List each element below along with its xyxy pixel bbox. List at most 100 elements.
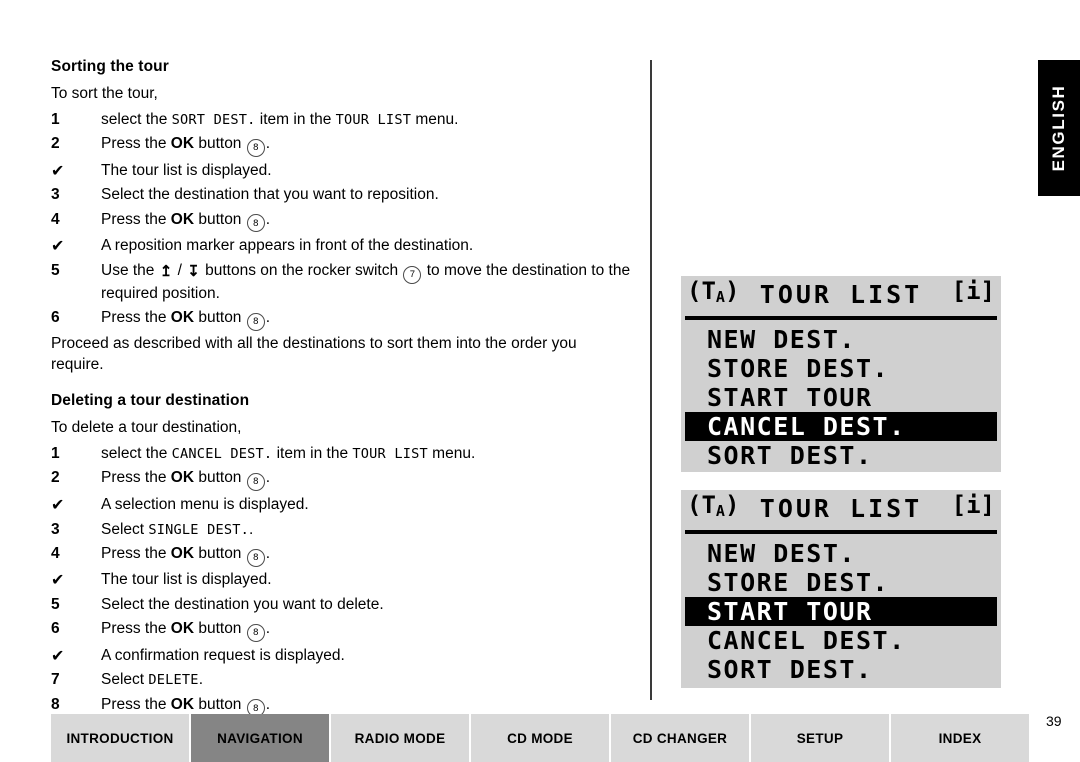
nav-tab-navigation[interactable]: NAVIGATION — [191, 714, 331, 762]
circled-reference-7: 7 — [403, 265, 422, 284]
info-icon: [i] — [951, 491, 995, 519]
instruction-step: ✔ A confirmation request is displayed. — [51, 646, 633, 667]
step-text: Use the ↥ / ↧ buttons on the rocker swit… — [101, 261, 631, 302]
step-text: select the CANCEL DEST. item in the TOUR… — [101, 445, 476, 463]
ok-button-label: OK — [170, 210, 195, 228]
ok-button-label: OK — [170, 544, 195, 562]
step-number: 4 — [51, 210, 60, 228]
nav-tab-cd-mode[interactable]: CD MODE — [471, 714, 611, 762]
page-number: 39 — [1046, 713, 1062, 729]
instruction-step: 1 select the SORT DEST. item in the TOUR … — [51, 110, 633, 131]
circled-reference-8: 8 — [246, 312, 265, 331]
language-tab-label: ENGLISH — [1049, 84, 1068, 172]
lcd-header: (TA) TOUR LIST [i] — [685, 490, 997, 534]
language-tab: ENGLISH — [1038, 60, 1080, 196]
step-number: 8 — [51, 695, 60, 713]
instruction-step: 5 Use the ↥ / ↧ buttons on the rocker swi… — [51, 261, 633, 305]
lcd-menu-item: CANCEL DEST. — [707, 626, 906, 655]
section-heading: Sorting the tour — [51, 58, 169, 75]
ok-button-label: OK — [170, 308, 195, 326]
lcd-menu-item: START TOUR — [707, 383, 873, 412]
instruction-step: ✔ The tour list is displayed. — [51, 161, 633, 182]
step-check-marker: ✔ — [51, 162, 65, 180]
menu-name: TOUR LIST — [352, 446, 428, 463]
lcd-menu-item-selected: START TOUR — [685, 597, 997, 626]
step-text: Press the OK button 8. — [101, 134, 633, 158]
step-text: Press the OK button 8. — [101, 544, 633, 567]
step-text: Press the OK button 8. — [101, 468, 633, 492]
step-text: Press the OK button 8. — [101, 308, 633, 331]
lcd-display-panel: (TA) TOUR LIST [i] NEW DEST. STORE DEST. STAR… — [681, 490, 1001, 688]
circled-reference-8: 8 — [246, 548, 265, 567]
step-number: 7 — [51, 671, 60, 689]
instruction-step: ✔ A reposition marker appears in front of… — [51, 236, 633, 257]
nav-tab-cd-changer[interactable]: CD CHANGER — [611, 714, 751, 762]
step-text: The tour list is displayed. — [101, 571, 272, 589]
instruction-step: 6 Press the OK button 8. — [51, 619, 633, 642]
nav-tab-radio-mode[interactable]: RADIO MODE — [331, 714, 471, 762]
nav-tab-introduction[interactable]: INTRODUCTION — [51, 714, 191, 762]
instruction-step: 5 Select the destination you want to dele… — [51, 595, 633, 616]
circled-reference-8: 8 — [246, 624, 265, 642]
lcd-menu-item: STORE DEST. — [707, 568, 890, 597]
instruction-step: 2 Press the OK button 8. — [51, 468, 633, 492]
menu-item-name: SORT DEST. — [171, 112, 256, 128]
step-check-marker: ✔ — [51, 647, 65, 665]
section-lead: To sort the tour, — [51, 85, 158, 102]
footer-navigation: INTRODUCTION NAVIGATION RADIO MODE CD MODE C… — [51, 714, 1029, 762]
step-number: 1 — [51, 111, 60, 128]
instruction-column: Sorting the tour To sort the tour, 1 select… — [51, 58, 633, 721]
menu-name: TOUR LIST — [335, 112, 412, 128]
lcd-title: TOUR LIST — [759, 494, 923, 523]
info-icon: [i] — [951, 277, 995, 305]
step-number: 1 — [51, 445, 60, 463]
menu-item-name: DELETE — [148, 672, 199, 689]
column-divider — [650, 60, 652, 700]
step-check-marker: ✔ — [51, 237, 65, 255]
instruction-step: 4 Press the OK button 8. — [51, 210, 633, 233]
step-number: 6 — [51, 308, 60, 326]
lcd-menu-list: NEW DEST. STORE DEST. START TOUR CANCEL DES… — [681, 534, 1001, 684]
instruction-step: 4 Press the OK button 8. — [51, 544, 633, 567]
step-number: 2 — [51, 469, 60, 487]
lcd-menu-item: NEW DEST. — [707, 539, 856, 568]
lcd-menu-item-selected: CANCEL DEST. — [685, 412, 997, 441]
ok-button-label: OK — [170, 695, 195, 713]
step-number: 6 — [51, 620, 60, 638]
ok-button-label: OK — [170, 135, 195, 153]
arrow-down-icon: ↧ — [187, 262, 200, 280]
instruction-step: 7 Select DELETE. — [51, 670, 633, 691]
lcd-menu-list: NEW DEST. STORE DEST. START TOUR CANCEL DES… — [681, 320, 1001, 470]
step-text: A selection menu is displayed. — [101, 495, 309, 513]
step-number: 4 — [51, 544, 60, 562]
instruction-step: ✔ A selection menu is displayed. — [51, 495, 633, 516]
step-number: 5 — [51, 261, 60, 279]
section-lead: To delete a tour destination, — [51, 419, 242, 437]
instruction-step: ✔ The tour list is displayed. — [51, 570, 633, 591]
step-text: select the SORT DEST. item in the TOUR L… — [101, 111, 459, 128]
instruction-step: 3 Select SINGLE DEST.. — [51, 520, 633, 541]
circled-reference-8: 8 — [246, 214, 265, 233]
circled-reference-8: 8 — [246, 473, 265, 492]
ok-button-label: OK — [170, 469, 195, 487]
step-text: The tour list is displayed. — [101, 161, 272, 179]
menu-item-name: SINGLE DEST. — [148, 521, 250, 538]
instruction-step: 1 select the CANCEL DEST. item in the TOU… — [51, 444, 633, 465]
lcd-menu-item: NEW DEST. — [707, 325, 856, 354]
lcd-menu-item: SORT DEST. — [707, 655, 873, 684]
step-text: Select SINGLE DEST.. — [101, 520, 254, 538]
step-text: A confirmation request is displayed. — [101, 646, 345, 664]
step-text: Press the OK button 8. — [101, 210, 633, 233]
step-text: Select the destination you want to delet… — [101, 595, 384, 613]
nav-tab-index[interactable]: INDEX — [891, 714, 1029, 762]
lcd-menu-item: STORE DEST. — [707, 354, 890, 383]
step-text: Press the OK button 8. — [101, 619, 633, 642]
step-check-marker: ✔ — [51, 496, 65, 514]
arrow-up-icon: ↥ — [159, 262, 173, 280]
nav-tab-setup[interactable]: SETUP — [751, 714, 891, 762]
section-closing-paragraph: Proceed as described with all the destin… — [51, 335, 577, 373]
step-number: 2 — [51, 135, 60, 153]
lcd-menu-item: SORT DEST. — [707, 441, 873, 470]
lcd-title: TOUR LIST — [759, 280, 923, 309]
ok-button-label: OK — [170, 620, 195, 638]
